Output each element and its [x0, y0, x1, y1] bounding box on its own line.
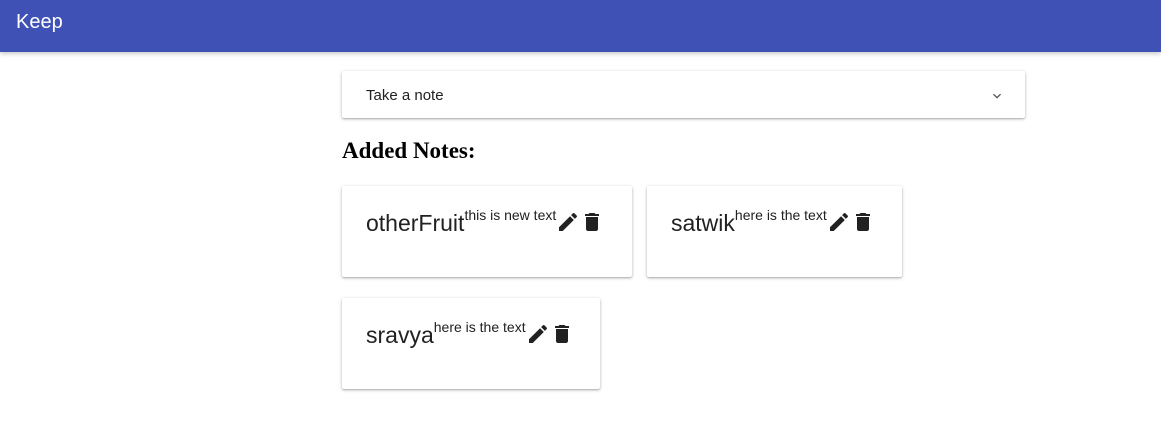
trash-icon[interactable]	[851, 210, 875, 234]
app-title: Keep	[16, 11, 63, 33]
note-text: this is new text	[464, 207, 557, 223]
app-bar: Keep	[0, 0, 1161, 52]
take-note-placeholder[interactable]: Take a note	[366, 87, 444, 104]
note-text: here is the text	[433, 319, 526, 335]
take-note-input[interactable]: Take a note	[342, 71, 1025, 118]
note-title: sravya	[366, 322, 434, 348]
trash-icon[interactable]	[550, 322, 574, 346]
note-text: here is the text	[734, 207, 827, 223]
note-card: satwik here is the text	[647, 186, 902, 277]
pencil-icon[interactable]	[526, 322, 550, 346]
note-card-content: sravya here is the text	[366, 319, 574, 350]
note-card: sravya here is the text	[342, 298, 600, 389]
note-card: otherFruit this is new text	[342, 186, 632, 277]
added-notes-heading: Added Notes:	[342, 138, 476, 163]
note-card-content: satwik here is the text	[671, 207, 875, 238]
pencil-icon[interactable]	[556, 210, 580, 234]
pencil-icon[interactable]	[827, 210, 851, 234]
note-card-content: otherFruit this is new text	[366, 207, 604, 238]
note-title: otherFruit	[366, 210, 465, 236]
chevron-down-icon[interactable]	[989, 88, 1005, 104]
note-title: satwik	[671, 210, 735, 236]
trash-icon[interactable]	[580, 210, 604, 234]
